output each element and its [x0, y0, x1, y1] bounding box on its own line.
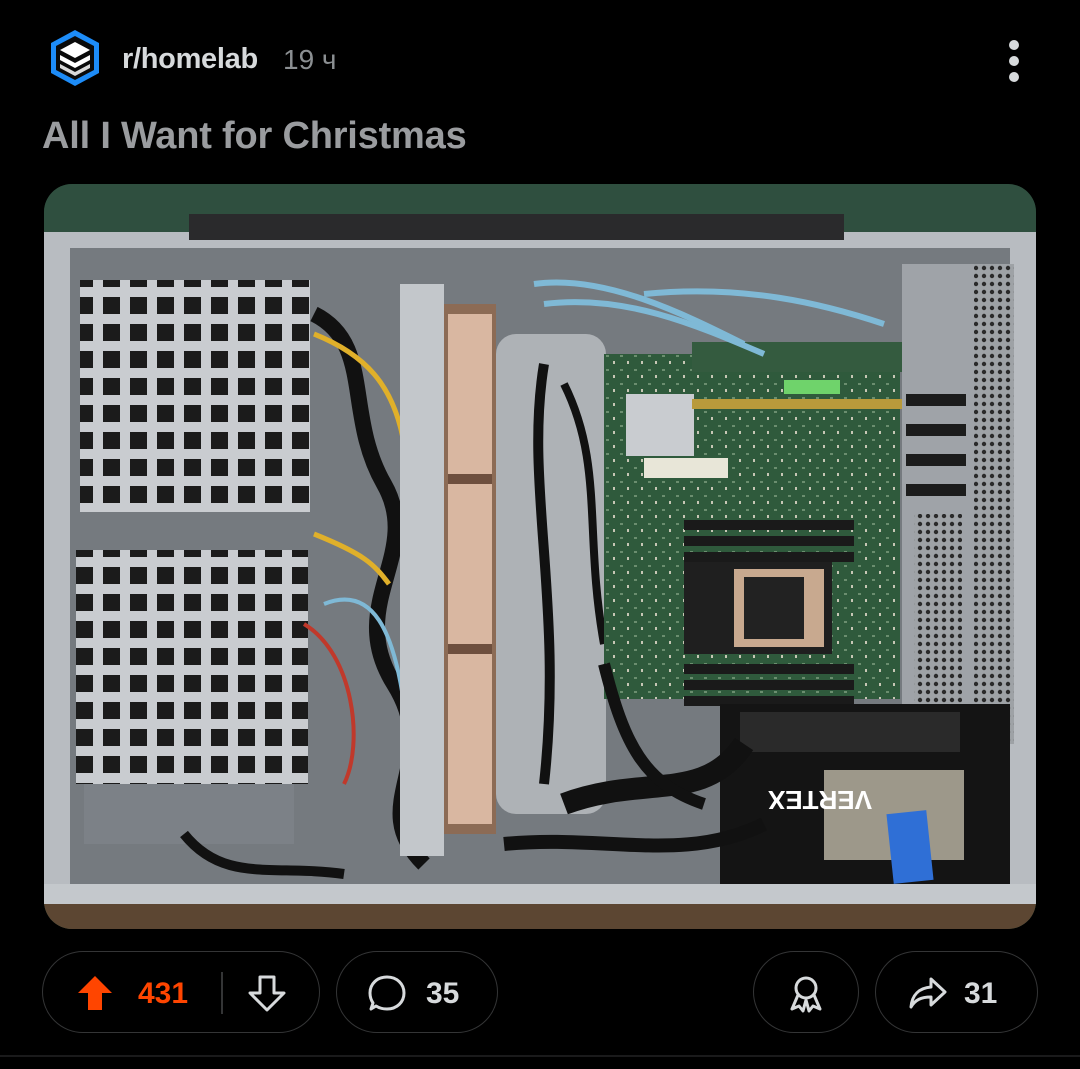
vote-group: 431: [42, 951, 320, 1033]
vote-divider: [221, 972, 223, 1014]
post-image[interactable]: VERTEX: [44, 184, 1036, 929]
upvote-count: 431: [138, 977, 189, 1010]
upvote-icon[interactable]: [75, 973, 115, 1013]
post-separator: [0, 1055, 1080, 1057]
award-icon: [790, 976, 822, 1013]
action-bar: 431 35 31: [42, 951, 1038, 1035]
comment-count: 35: [426, 977, 460, 1010]
psu-label: VERTEX: [767, 785, 872, 815]
post-title[interactable]: All I Want for Christmas: [42, 115, 467, 158]
subreddit-name[interactable]: r/homelab: [122, 43, 258, 76]
share-count: 31: [964, 977, 998, 1010]
downvote-icon[interactable]: [247, 973, 287, 1013]
comment-icon: [368, 975, 406, 1011]
post-header: r/homelab 19 ч: [48, 28, 1038, 92]
more-icon[interactable]: [1000, 40, 1028, 84]
comment-button[interactable]: 35: [336, 951, 498, 1033]
award-button[interactable]: [753, 951, 859, 1033]
share-button[interactable]: 31: [875, 951, 1038, 1033]
subreddit-icon[interactable]: [48, 28, 102, 88]
post-age: 19 ч: [283, 44, 337, 75]
share-icon: [909, 977, 947, 1009]
